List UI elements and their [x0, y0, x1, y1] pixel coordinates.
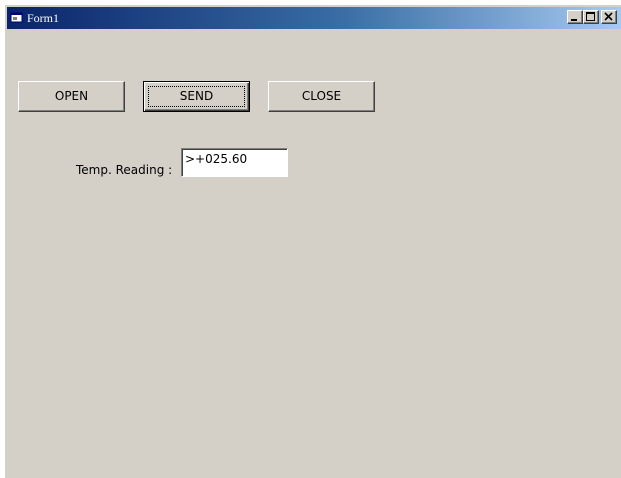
temp-reading-label: Temp. Reading : — [76, 163, 173, 177]
form-icon[interactable] — [10, 11, 24, 25]
maximize-icon — [586, 12, 595, 21]
close-button[interactable]: CLOSE — [268, 81, 375, 112]
close-window-button[interactable] — [601, 10, 617, 24]
minimize-button[interactable] — [567, 10, 583, 24]
send-button-label: SEND — [179, 89, 214, 103]
send-button[interactable]: SEND — [143, 81, 250, 112]
temp-reading-field[interactable]: >+025.60 — [181, 148, 288, 177]
maximize-button[interactable] — [583, 10, 599, 24]
title-bar[interactable]: Form1 — [7, 7, 621, 29]
close-icon — [604, 12, 613, 21]
open-button[interactable]: OPEN — [18, 81, 125, 112]
minimize-icon — [571, 19, 577, 21]
window-title: Form1 — [27, 11, 60, 25]
form1-window: Form1 OPEN SEND CLOSE Temp. Reading : >+… — [5, 5, 621, 478]
